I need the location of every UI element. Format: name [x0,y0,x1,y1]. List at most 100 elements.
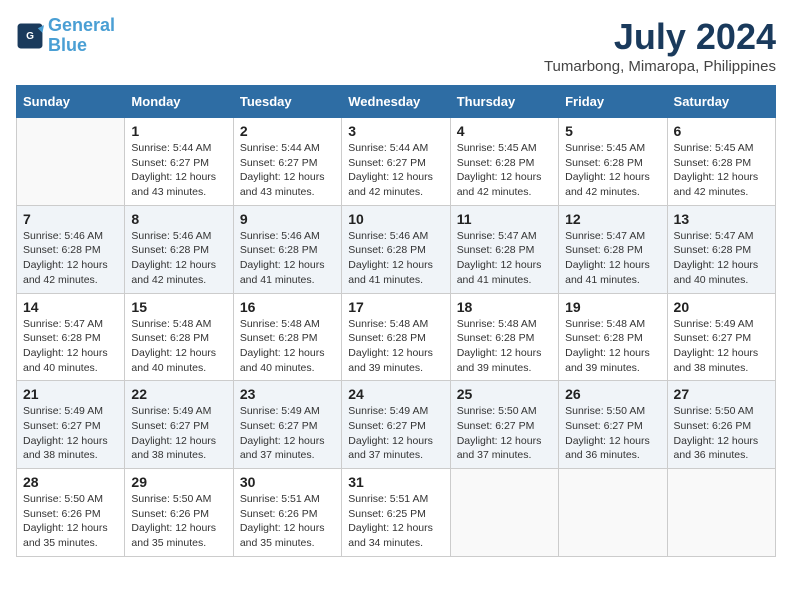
header: G General Blue July 2024 Tumarbong, Mima… [16,16,776,75]
day-number: 23 [240,386,335,402]
day-number: 25 [457,386,552,402]
day-info: Sunrise: 5:51 AM Sunset: 6:25 PM Dayligh… [348,492,443,551]
calendar-cell: 2Sunrise: 5:44 AM Sunset: 6:27 PM Daylig… [233,118,341,206]
day-info: Sunrise: 5:49 AM Sunset: 6:27 PM Dayligh… [240,404,335,463]
week-row-2: 7 Sunrise: 5:46 AM Sunset: 6:28 PM Daylig… [17,205,776,293]
calendar-cell [667,469,775,557]
day-info: Sunrise: 5:45 AM Sunset: 6:28 PM Dayligh… [457,141,552,200]
day-number: 27 [674,386,769,402]
calendar-cell: 13 Sunrise: 5:47 AM Sunset: 6:28 PM Dayli… [667,205,775,293]
calendar-title: July 2024 [544,16,776,58]
calendar-cell: 15Sunrise: 5:48 AM Sunset: 6:28 PM Dayli… [125,293,233,381]
day-info: Sunrise: 5:46 AM Sunset: 6:28 PM Dayligh… [240,229,335,288]
calendar-cell: 9 Sunrise: 5:46 AM Sunset: 6:28 PM Daylig… [233,205,341,293]
calendar-cell [17,118,125,206]
logo: G General Blue [16,16,115,56]
day-number: 10 [348,211,443,227]
day-info: Sunrise: 5:49 AM Sunset: 6:27 PM Dayligh… [348,404,443,463]
calendar-cell: 31 Sunrise: 5:51 AM Sunset: 6:25 PM Dayli… [342,469,450,557]
day-number: 16 [240,299,335,315]
logo-icon: G [16,22,44,50]
day-header-saturday: Saturday [667,86,775,118]
calendar-cell: 7 Sunrise: 5:46 AM Sunset: 6:28 PM Daylig… [17,205,125,293]
day-number: 8 [131,211,226,227]
day-info: Sunrise: 5:48 AM Sunset: 6:28 PM Dayligh… [565,317,660,376]
title-area: July 2024 Tumarbong, Mimaropa, Philippin… [544,16,776,75]
day-info: Sunrise: 5:49 AM Sunset: 6:27 PM Dayligh… [131,404,226,463]
day-number: 30 [240,474,335,490]
calendar-cell: 12Sunrise: 5:47 AM Sunset: 6:28 PM Dayli… [559,205,667,293]
day-info: Sunrise: 5:47 AM Sunset: 6:28 PM Dayligh… [674,229,769,288]
day-number: 1 [131,123,226,139]
day-info: Sunrise: 5:50 AM Sunset: 6:26 PM Dayligh… [23,492,118,551]
logo-text: General Blue [48,16,115,56]
calendar-cell: 28Sunrise: 5:50 AM Sunset: 6:26 PM Dayli… [17,469,125,557]
day-info: Sunrise: 5:44 AM Sunset: 6:27 PM Dayligh… [131,141,226,200]
day-header-friday: Friday [559,86,667,118]
day-header-thursday: Thursday [450,86,558,118]
calendar-cell: 24Sunrise: 5:49 AM Sunset: 6:27 PM Dayli… [342,381,450,469]
day-info: Sunrise: 5:45 AM Sunset: 6:28 PM Dayligh… [565,141,660,200]
day-info: Sunrise: 5:50 AM Sunset: 6:26 PM Dayligh… [674,404,769,463]
calendar-cell: 6 Sunrise: 5:45 AM Sunset: 6:28 PM Daylig… [667,118,775,206]
day-number: 19 [565,299,660,315]
calendar-cell: 3 Sunrise: 5:44 AM Sunset: 6:27 PM Daylig… [342,118,450,206]
day-number: 11 [457,211,552,227]
day-number: 26 [565,386,660,402]
calendar-subtitle: Tumarbong, Mimaropa, Philippines [544,58,776,75]
day-info: Sunrise: 5:48 AM Sunset: 6:28 PM Dayligh… [240,317,335,376]
week-row-1: 1 Sunrise: 5:44 AM Sunset: 6:27 PM Daylig… [17,118,776,206]
day-info: Sunrise: 5:50 AM Sunset: 6:27 PM Dayligh… [565,404,660,463]
day-number: 6 [674,123,769,139]
calendar-cell: 4Sunrise: 5:45 AM Sunset: 6:28 PM Daylig… [450,118,558,206]
calendar-cell [559,469,667,557]
week-row-4: 21Sunrise: 5:49 AM Sunset: 6:27 PM Dayli… [17,381,776,469]
day-header-wednesday: Wednesday [342,86,450,118]
day-info: Sunrise: 5:44 AM Sunset: 6:27 PM Dayligh… [348,141,443,200]
svg-text:G: G [26,31,34,42]
calendar-cell: 19 Sunrise: 5:48 AM Sunset: 6:28 PM Dayli… [559,293,667,381]
day-number: 17 [348,299,443,315]
day-number: 31 [348,474,443,490]
calendar-cell [450,469,558,557]
day-number: 15 [131,299,226,315]
day-info: Sunrise: 5:50 AM Sunset: 6:27 PM Dayligh… [457,404,552,463]
day-number: 29 [131,474,226,490]
calendar-cell: 11 Sunrise: 5:47 AM Sunset: 6:28 PM Dayli… [450,205,558,293]
day-number: 7 [23,211,118,227]
day-number: 5 [565,123,660,139]
calendar-table: SundayMondayTuesdayWednesdayThursdayFrid… [16,85,776,557]
day-number: 14 [23,299,118,315]
day-info: Sunrise: 5:48 AM Sunset: 6:28 PM Dayligh… [457,317,552,376]
calendar-cell: 22 Sunrise: 5:49 AM Sunset: 6:27 PM Dayli… [125,381,233,469]
day-info: Sunrise: 5:46 AM Sunset: 6:28 PM Dayligh… [131,229,226,288]
day-number: 12 [565,211,660,227]
day-info: Sunrise: 5:46 AM Sunset: 6:28 PM Dayligh… [23,229,118,288]
day-info: Sunrise: 5:45 AM Sunset: 6:28 PM Dayligh… [674,141,769,200]
day-number: 22 [131,386,226,402]
day-header-monday: Monday [125,86,233,118]
day-info: Sunrise: 5:47 AM Sunset: 6:28 PM Dayligh… [457,229,552,288]
calendar-cell: 17Sunrise: 5:48 AM Sunset: 6:28 PM Dayli… [342,293,450,381]
day-number: 3 [348,123,443,139]
day-number: 13 [674,211,769,227]
week-row-5: 28Sunrise: 5:50 AM Sunset: 6:26 PM Dayli… [17,469,776,557]
day-info: Sunrise: 5:47 AM Sunset: 6:28 PM Dayligh… [23,317,118,376]
calendar-cell: 14 Sunrise: 5:47 AM Sunset: 6:28 PM Dayli… [17,293,125,381]
day-info: Sunrise: 5:50 AM Sunset: 6:26 PM Dayligh… [131,492,226,551]
day-header-sunday: Sunday [17,86,125,118]
calendar-cell: 10 Sunrise: 5:46 AM Sunset: 6:28 PM Dayli… [342,205,450,293]
calendar-cell: 1 Sunrise: 5:44 AM Sunset: 6:27 PM Daylig… [125,118,233,206]
calendar-cell: 21Sunrise: 5:49 AM Sunset: 6:27 PM Dayli… [17,381,125,469]
week-row-3: 14 Sunrise: 5:47 AM Sunset: 6:28 PM Dayli… [17,293,776,381]
day-info: Sunrise: 5:46 AM Sunset: 6:28 PM Dayligh… [348,229,443,288]
day-number: 9 [240,211,335,227]
calendar-cell: 29 Sunrise: 5:50 AM Sunset: 6:26 PM Dayli… [125,469,233,557]
calendar-header-row: SundayMondayTuesdayWednesdayThursdayFrid… [17,86,776,118]
day-info: Sunrise: 5:51 AM Sunset: 6:26 PM Dayligh… [240,492,335,551]
calendar-cell: 27 Sunrise: 5:50 AM Sunset: 6:26 PM Dayli… [667,381,775,469]
day-header-tuesday: Tuesday [233,86,341,118]
day-info: Sunrise: 5:49 AM Sunset: 6:27 PM Dayligh… [674,317,769,376]
day-number: 2 [240,123,335,139]
calendar-cell: 5 Sunrise: 5:45 AM Sunset: 6:28 PM Daylig… [559,118,667,206]
